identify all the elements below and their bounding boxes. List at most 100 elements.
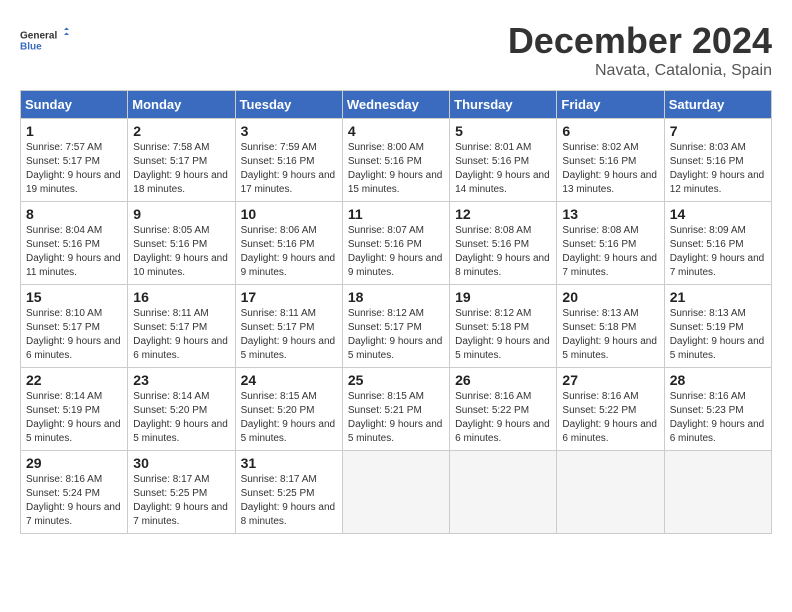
day-info: Sunrise: 8:10 AM Sunset: 5:17 PM Dayligh… [26, 307, 122, 363]
daylight-label: Daylight: 9 hours and 19 minutes. [26, 170, 121, 195]
sunset-label: Sunset: 5:19 PM [670, 322, 744, 333]
daylight-label: Daylight: 9 hours and 5 minutes. [26, 419, 121, 444]
sunrise-label: Sunrise: 8:12 AM [348, 308, 424, 319]
day-number: 23 [133, 372, 229, 388]
sunset-label: Sunset: 5:19 PM [26, 405, 100, 416]
sunrise-label: Sunrise: 8:12 AM [455, 308, 531, 319]
day-info: Sunrise: 7:59 AM Sunset: 5:16 PM Dayligh… [241, 141, 337, 197]
daylight-label: Daylight: 9 hours and 6 minutes. [26, 336, 121, 361]
day-number: 31 [241, 455, 337, 471]
day-info: Sunrise: 8:16 AM Sunset: 5:24 PM Dayligh… [26, 473, 122, 529]
day-number: 1 [26, 123, 122, 139]
calendar-cell: 16 Sunrise: 8:11 AM Sunset: 5:17 PM Dayl… [128, 285, 235, 368]
calendar-header-row: SundayMondayTuesdayWednesdayThursdayFrid… [21, 91, 772, 119]
day-info: Sunrise: 8:08 AM Sunset: 5:16 PM Dayligh… [455, 224, 551, 280]
day-info: Sunrise: 7:57 AM Sunset: 5:17 PM Dayligh… [26, 141, 122, 197]
calendar-cell: 30 Sunrise: 8:17 AM Sunset: 5:25 PM Dayl… [128, 451, 235, 534]
daylight-label: Daylight: 9 hours and 7 minutes. [26, 502, 121, 527]
daylight-label: Daylight: 9 hours and 5 minutes. [241, 419, 336, 444]
day-info: Sunrise: 8:14 AM Sunset: 5:20 PM Dayligh… [133, 390, 229, 446]
logo: General Blue [20, 20, 70, 60]
sunrise-label: Sunrise: 8:16 AM [26, 474, 102, 485]
sunset-label: Sunset: 5:20 PM [241, 405, 315, 416]
sunset-label: Sunset: 5:20 PM [133, 405, 207, 416]
sunset-label: Sunset: 5:17 PM [133, 322, 207, 333]
calendar-table: SundayMondayTuesdayWednesdayThursdayFrid… [20, 90, 772, 534]
day-info: Sunrise: 8:05 AM Sunset: 5:16 PM Dayligh… [133, 224, 229, 280]
calendar-day-header: Monday [128, 91, 235, 119]
calendar-cell: 4 Sunrise: 8:00 AM Sunset: 5:16 PM Dayli… [342, 119, 449, 202]
day-info: Sunrise: 8:15 AM Sunset: 5:20 PM Dayligh… [241, 390, 337, 446]
calendar-cell: 6 Sunrise: 8:02 AM Sunset: 5:16 PM Dayli… [557, 119, 664, 202]
daylight-label: Daylight: 9 hours and 8 minutes. [455, 253, 550, 278]
day-number: 6 [562, 123, 658, 139]
day-info: Sunrise: 7:58 AM Sunset: 5:17 PM Dayligh… [133, 141, 229, 197]
day-info: Sunrise: 8:17 AM Sunset: 5:25 PM Dayligh… [241, 473, 337, 529]
daylight-label: Daylight: 9 hours and 5 minutes. [562, 336, 657, 361]
sunset-label: Sunset: 5:16 PM [562, 156, 636, 167]
day-info: Sunrise: 8:11 AM Sunset: 5:17 PM Dayligh… [133, 307, 229, 363]
daylight-label: Daylight: 9 hours and 6 minutes. [670, 419, 765, 444]
day-number: 12 [455, 206, 551, 222]
sunrise-label: Sunrise: 8:04 AM [26, 225, 102, 236]
day-info: Sunrise: 8:14 AM Sunset: 5:19 PM Dayligh… [26, 390, 122, 446]
day-number: 25 [348, 372, 444, 388]
sunrise-label: Sunrise: 8:14 AM [26, 391, 102, 402]
daylight-label: Daylight: 9 hours and 6 minutes. [133, 336, 228, 361]
sunset-label: Sunset: 5:17 PM [348, 322, 422, 333]
sunrise-label: Sunrise: 8:11 AM [133, 308, 208, 319]
sunrise-label: Sunrise: 8:14 AM [133, 391, 209, 402]
sunset-label: Sunset: 5:16 PM [241, 156, 315, 167]
calendar-cell: 21 Sunrise: 8:13 AM Sunset: 5:19 PM Dayl… [664, 285, 771, 368]
day-number: 11 [348, 206, 444, 222]
sunset-label: Sunset: 5:21 PM [348, 405, 422, 416]
sunset-label: Sunset: 5:17 PM [26, 156, 100, 167]
daylight-label: Daylight: 9 hours and 7 minutes. [133, 502, 228, 527]
day-number: 10 [241, 206, 337, 222]
day-info: Sunrise: 8:06 AM Sunset: 5:16 PM Dayligh… [241, 224, 337, 280]
day-info: Sunrise: 8:04 AM Sunset: 5:16 PM Dayligh… [26, 224, 122, 280]
calendar-day-header: Sunday [21, 91, 128, 119]
page-header: General Blue December 2024 Navata, Catal… [20, 20, 772, 80]
calendar-cell: 15 Sunrise: 8:10 AM Sunset: 5:17 PM Dayl… [21, 285, 128, 368]
day-info: Sunrise: 8:11 AM Sunset: 5:17 PM Dayligh… [241, 307, 337, 363]
day-number: 9 [133, 206, 229, 222]
calendar-cell: 11 Sunrise: 8:07 AM Sunset: 5:16 PM Dayl… [342, 202, 449, 285]
daylight-label: Daylight: 9 hours and 5 minutes. [348, 336, 443, 361]
sunset-label: Sunset: 5:16 PM [562, 239, 636, 250]
sunrise-label: Sunrise: 8:08 AM [455, 225, 531, 236]
calendar-week-row: 15 Sunrise: 8:10 AM Sunset: 5:17 PM Dayl… [21, 285, 772, 368]
calendar-week-row: 29 Sunrise: 8:16 AM Sunset: 5:24 PM Dayl… [21, 451, 772, 534]
calendar-cell: 13 Sunrise: 8:08 AM Sunset: 5:16 PM Dayl… [557, 202, 664, 285]
sunrise-label: Sunrise: 8:10 AM [26, 308, 102, 319]
calendar-cell: 20 Sunrise: 8:13 AM Sunset: 5:18 PM Dayl… [557, 285, 664, 368]
day-number: 28 [670, 372, 766, 388]
daylight-label: Daylight: 9 hours and 14 minutes. [455, 170, 550, 195]
sunrise-label: Sunrise: 8:15 AM [348, 391, 424, 402]
month-title: December 2024 [508, 20, 772, 62]
sunset-label: Sunset: 5:18 PM [562, 322, 636, 333]
sunset-label: Sunset: 5:22 PM [562, 405, 636, 416]
day-number: 5 [455, 123, 551, 139]
daylight-label: Daylight: 9 hours and 5 minutes. [241, 336, 336, 361]
daylight-label: Daylight: 9 hours and 5 minutes. [670, 336, 765, 361]
calendar-cell: 10 Sunrise: 8:06 AM Sunset: 5:16 PM Dayl… [235, 202, 342, 285]
day-number: 3 [241, 123, 337, 139]
sunrise-label: Sunrise: 8:16 AM [562, 391, 638, 402]
sunrise-label: Sunrise: 8:02 AM [562, 142, 638, 153]
daylight-label: Daylight: 9 hours and 9 minutes. [348, 253, 443, 278]
day-info: Sunrise: 8:00 AM Sunset: 5:16 PM Dayligh… [348, 141, 444, 197]
svg-text:General: General [20, 31, 57, 42]
day-info: Sunrise: 8:13 AM Sunset: 5:18 PM Dayligh… [562, 307, 658, 363]
calendar-cell: 19 Sunrise: 8:12 AM Sunset: 5:18 PM Dayl… [450, 285, 557, 368]
sunrise-label: Sunrise: 8:07 AM [348, 225, 424, 236]
daylight-label: Daylight: 9 hours and 15 minutes. [348, 170, 443, 195]
calendar-cell: 5 Sunrise: 8:01 AM Sunset: 5:16 PM Dayli… [450, 119, 557, 202]
svg-text:Blue: Blue [20, 42, 42, 53]
calendar-cell: 9 Sunrise: 8:05 AM Sunset: 5:16 PM Dayli… [128, 202, 235, 285]
daylight-label: Daylight: 9 hours and 5 minutes. [133, 419, 228, 444]
location-title: Navata, Catalonia, Spain [508, 62, 772, 80]
sunset-label: Sunset: 5:16 PM [455, 156, 529, 167]
calendar-day-header: Wednesday [342, 91, 449, 119]
calendar-cell: 23 Sunrise: 8:14 AM Sunset: 5:20 PM Dayl… [128, 368, 235, 451]
